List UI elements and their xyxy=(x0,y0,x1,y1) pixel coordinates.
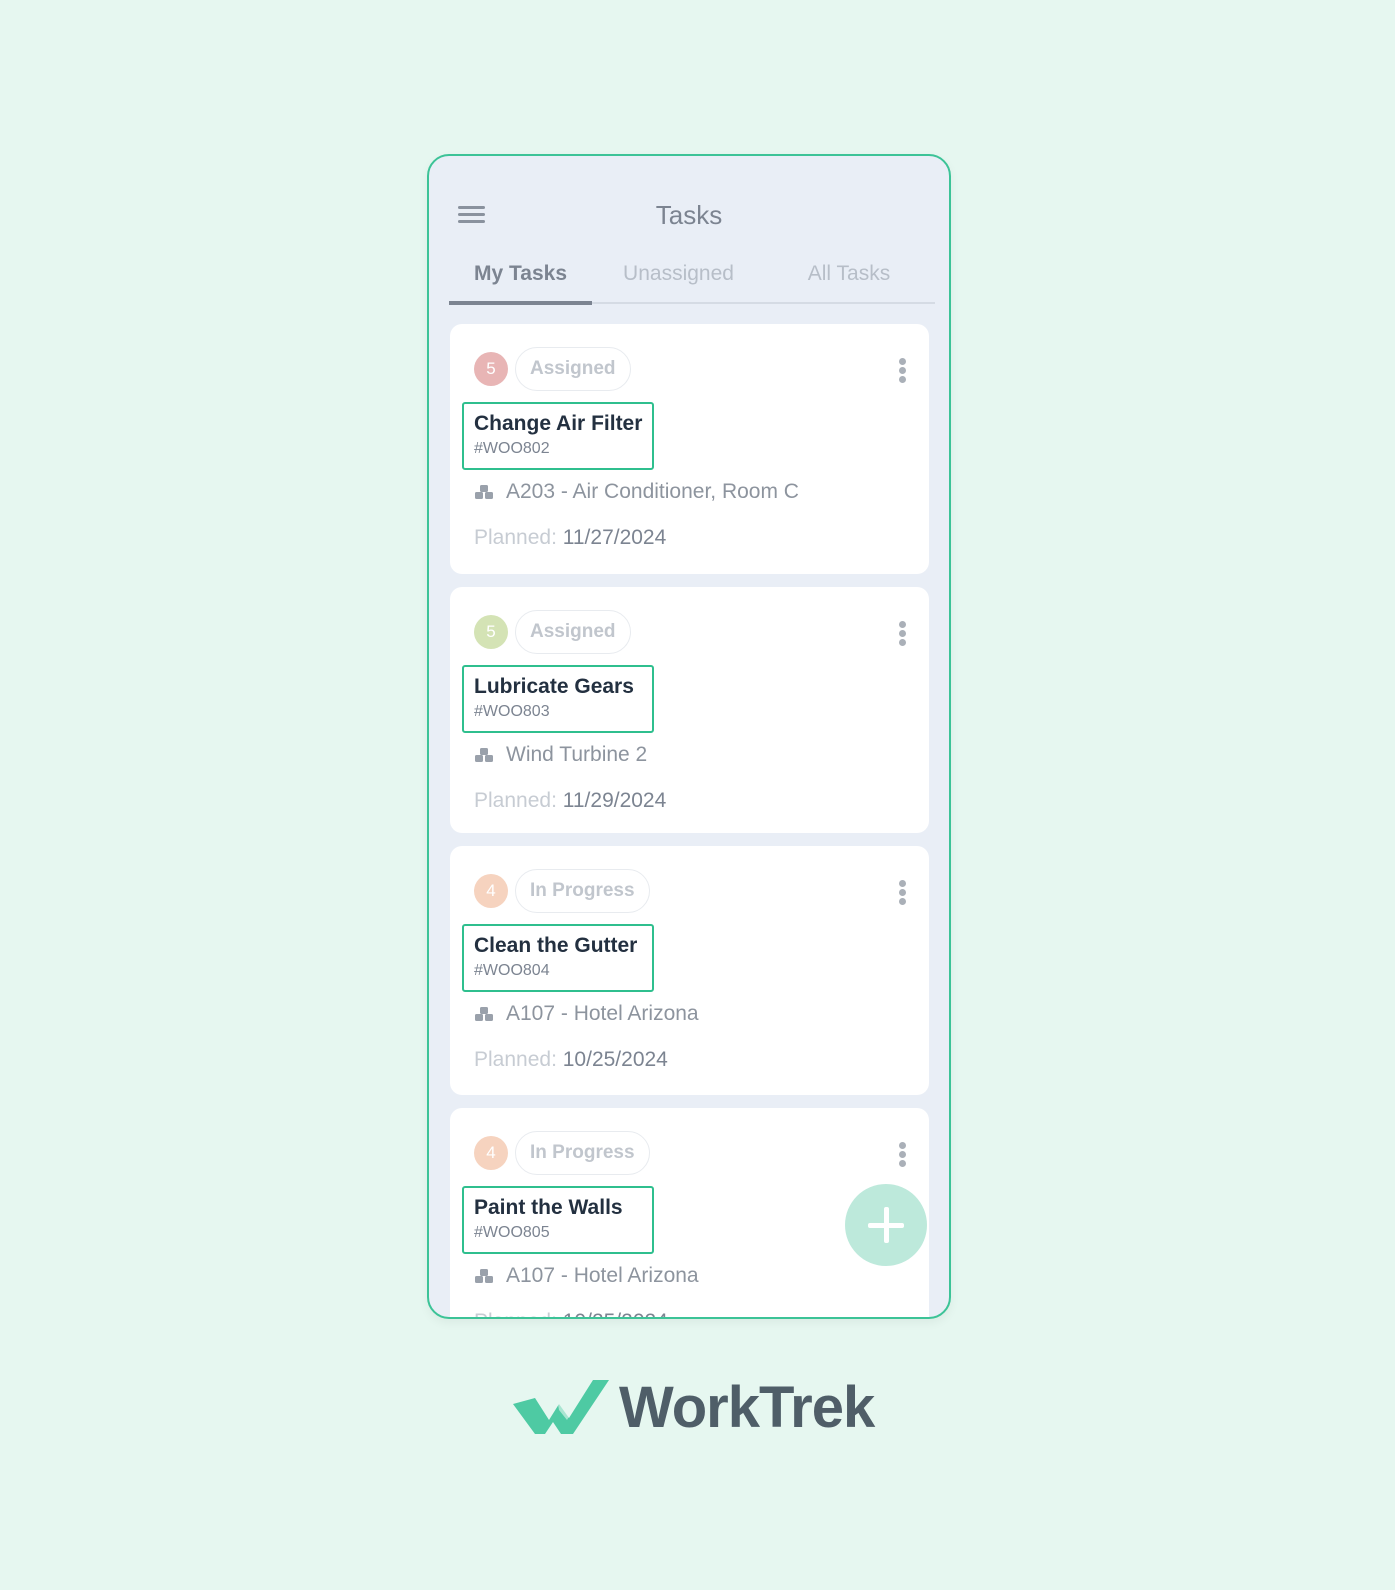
task-title-box[interactable]: Paint the Walls #WOO805 xyxy=(462,1186,654,1254)
task-code: #WOO804 xyxy=(474,962,550,979)
task-name: Clean the Gutter xyxy=(474,934,638,957)
priority-badge: 4 xyxy=(474,874,508,908)
task-card[interactable]: 5 Assigned Lubricate Gears #WOO803 Wind … xyxy=(450,587,929,833)
task-code: #WOO805 xyxy=(474,1224,550,1241)
task-location: A107 - Hotel Arizona xyxy=(474,1002,699,1026)
worktrek-logo-icon xyxy=(513,1379,609,1434)
location-text: A107 - Hotel Arizona xyxy=(506,1264,699,1287)
task-name: Lubricate Gears xyxy=(474,675,634,698)
location-text: Wind Turbine 2 xyxy=(506,743,648,766)
task-location: Wind Turbine 2 xyxy=(474,743,647,767)
more-options-icon[interactable] xyxy=(899,1142,907,1169)
assets-cubes-icon xyxy=(475,1006,493,1021)
planned-date: 11/29/2024 xyxy=(562,789,667,812)
task-name: Change Air Filter xyxy=(474,412,643,435)
priority-badge: 5 xyxy=(474,352,508,386)
priority-badge: 5 xyxy=(474,615,508,649)
planned-label: Planned: xyxy=(474,1310,557,1317)
status-badge: Assigned xyxy=(515,347,631,391)
page-title: Tasks xyxy=(655,200,723,230)
task-location: A107 - Hotel Arizona xyxy=(474,1264,699,1288)
more-options-icon[interactable] xyxy=(899,358,907,385)
assets-cubes-icon xyxy=(475,484,493,499)
planned-date: 10/25/2024 xyxy=(562,1048,668,1071)
planned-label: Planned: xyxy=(474,789,557,812)
more-options-icon[interactable] xyxy=(899,621,907,648)
planned-label: Planned: xyxy=(474,1048,557,1071)
priority-badge: 4 xyxy=(474,1136,508,1170)
planned-date-row: Planned: 10/25/2024 xyxy=(474,1310,668,1317)
brand-name: WorkTrek xyxy=(619,1375,875,1440)
task-card[interactable]: 5 Assigned Change Air Filter #WOO802 A20… xyxy=(450,324,929,574)
planned-date-row: Planned: 11/29/2024 xyxy=(474,789,666,813)
task-title-box[interactable]: Change Air Filter #WOO802 xyxy=(462,402,654,470)
task-code: #WOO803 xyxy=(474,703,550,720)
planned-date-row: Planned: 10/25/2024 xyxy=(474,1048,668,1072)
tab-unassigned[interactable]: Unassigned xyxy=(592,254,765,302)
tab-bar: My Tasks Unassigned All Tasks xyxy=(449,254,935,305)
planned-date: 10/25/2024 xyxy=(563,1310,668,1317)
task-name: Paint the Walls xyxy=(474,1196,623,1219)
tab-all-tasks[interactable]: All Tasks xyxy=(765,254,933,302)
assets-cubes-icon xyxy=(475,747,493,762)
status-badge: In Progress xyxy=(515,1131,650,1175)
phone-frame: Tasks My Tasks Unassigned All Tasks 5 As… xyxy=(427,154,951,1319)
status-badge: In Progress xyxy=(515,869,650,913)
worktrek-logo: WorkTrek xyxy=(513,1374,875,1441)
task-title-box[interactable]: Lubricate Gears #WOO803 xyxy=(462,665,654,733)
status-badge: Assigned xyxy=(515,610,631,654)
task-list: 5 Assigned Change Air Filter #WOO802 A20… xyxy=(450,324,929,1317)
add-task-button[interactable] xyxy=(845,1184,927,1266)
task-card[interactable]: 4 In Progress Clean the Gutter #WOO804 A… xyxy=(450,846,929,1095)
more-options-icon[interactable] xyxy=(899,880,907,907)
task-title-box[interactable]: Clean the Gutter #WOO804 xyxy=(462,924,654,992)
location-text: A203 - Air Conditioner, Room C xyxy=(506,480,799,503)
task-code: #WOO802 xyxy=(474,440,550,457)
task-location: A203 - Air Conditioner, Room C xyxy=(474,480,799,504)
location-text: A107 - Hotel Arizona xyxy=(506,1002,699,1025)
planned-label: Planned: xyxy=(474,526,557,549)
planned-date-row: Planned: 11/27/2024 xyxy=(474,526,666,550)
planned-date: 11/27/2024 xyxy=(562,526,667,549)
tab-my-tasks[interactable]: My Tasks xyxy=(449,254,592,305)
assets-cubes-icon xyxy=(475,1268,493,1283)
